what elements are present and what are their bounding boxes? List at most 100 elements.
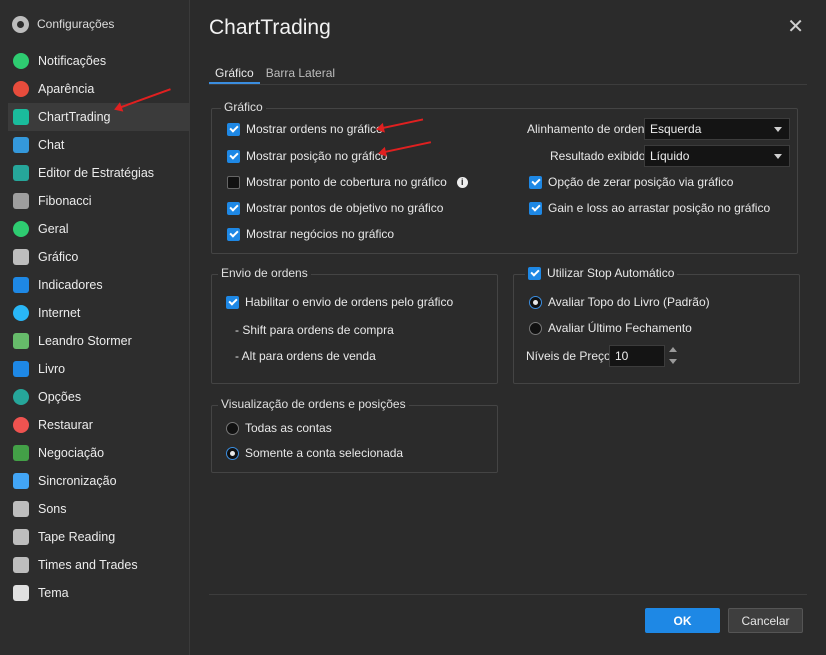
tab-barra-lateral[interactable]: Barra Lateral [260, 62, 341, 84]
sidebar-item-label: Editor de Estratégias [38, 166, 155, 180]
sidebar-title: Configurações [37, 17, 115, 31]
niveis-input[interactable]: 10 [609, 345, 665, 367]
sidebar-item-times-and-trades[interactable]: Times and Trades [10, 551, 190, 579]
niveis-value: 10 [615, 349, 629, 363]
sidebar-item-sincroniza-o[interactable]: Sincronização [10, 467, 190, 495]
sidebar-item-label: Restaurar [38, 418, 93, 432]
sidebar-item-leandro-stormer[interactable]: Leandro Stormer [10, 327, 190, 355]
tape-icon [13, 529, 29, 545]
calculator-icon [13, 193, 29, 209]
info-icon[interactable]: i [456, 176, 468, 188]
radio-todas-contas[interactable]: Todas as contas [226, 421, 332, 435]
checkbox-unchecked-icon[interactable] [227, 175, 240, 189]
tab-grafico[interactable]: Gráfico [209, 62, 260, 84]
checkbox-checked-icon[interactable] [227, 122, 240, 136]
alt-hint: - Alt para ordens de venda [235, 349, 376, 363]
sidebar-item-notifica-es[interactable]: Notificações [10, 47, 190, 75]
check-label: Gain e loss ao arrastar posição no gráfi… [548, 201, 771, 215]
gear-icon [12, 15, 29, 33]
checkbox-checked-icon[interactable] [227, 227, 240, 241]
sidebar-item-geral[interactable]: Geral [10, 215, 190, 243]
radio-unselected-icon[interactable] [529, 321, 542, 335]
envio-group-label: Envio de ordens [218, 266, 311, 280]
check-label: Mostrar posição no gráfico [246, 149, 388, 163]
checkbox-checked-icon[interactable] [227, 149, 240, 163]
sidebar-item-tape-reading[interactable]: Tape Reading [10, 523, 190, 551]
radio-selected-icon[interactable] [226, 446, 239, 460]
check-mostrar-cobertura[interactable]: Mostrar ponto de cobertura no gráfico i [227, 175, 468, 189]
sidebar-item-restaurar[interactable]: Restaurar [10, 411, 190, 439]
check-habilitar-envio[interactable]: Habilitar o envio de ordens pelo gráfico [226, 295, 453, 309]
settings-panel: ChartTrading ✕ Gráfico Barra Lateral Grá… [191, 0, 826, 655]
check-mostrar-posicao[interactable]: Mostrar posição no gráfico [227, 149, 387, 163]
resultado-label: Resultado exibido [550, 149, 646, 163]
alarm-clock-icon [13, 53, 29, 69]
radio-avaliar-ultimo[interactable]: Avaliar Último Fechamento [529, 321, 692, 335]
chevron-up-icon[interactable] [669, 347, 677, 352]
check-mostrar-ordens[interactable]: Mostrar ordens no gráfico [227, 122, 383, 136]
shift-hint: - Shift para ordens de compra [235, 323, 394, 337]
sidebar-item-op-es[interactable]: Opções [10, 383, 190, 411]
chevron-down-icon [774, 154, 782, 159]
visualizacao-group [211, 405, 498, 473]
sidebar-item-label: Chat [38, 138, 65, 152]
checkbox-checked-icon[interactable] [227, 201, 240, 215]
check-label: Utilizar Stop Automático [547, 266, 675, 280]
check-label: Opção de zerar posição via gráfico [548, 175, 734, 189]
monitor-icon [13, 585, 29, 601]
close-icon[interactable]: ✕ [787, 14, 804, 39]
sidebar-item-negocia-o[interactable]: Negociação [10, 439, 190, 467]
check-zerar-posicao[interactable]: Opção de zerar posição via gráfico [529, 175, 733, 189]
checkbox-checked-icon[interactable] [529, 175, 542, 189]
sidebar-item-charttrading[interactable]: ChartTrading [8, 103, 190, 131]
radio-unselected-icon[interactable] [226, 421, 239, 435]
chat-icon [13, 137, 29, 153]
page-title: ChartTrading [209, 16, 331, 39]
footer-divider [209, 594, 807, 595]
radio-selected-icon[interactable] [529, 295, 542, 309]
sidebar-item-editor-de-estrat-gias[interactable]: Editor de Estratégias [10, 159, 190, 187]
restore-icon [13, 417, 29, 433]
sidebar-item-label: Notificações [38, 54, 107, 68]
sidebar-item-label: Livro [38, 362, 66, 376]
check-label: Mostrar ordens no gráfico [246, 122, 383, 136]
chevron-down-icon[interactable] [669, 359, 677, 364]
sidebar-item-label: Tape Reading [38, 530, 116, 544]
cancel-button[interactable]: Cancelar [728, 608, 803, 633]
checkbox-checked-icon[interactable] [226, 295, 239, 309]
radio-avaliar-topo[interactable]: Avaliar Topo do Livro (Padrão) [529, 295, 710, 309]
checkbox-checked-icon[interactable] [528, 266, 541, 280]
ok-button[interactable]: OK [645, 608, 720, 633]
checkbox-checked-icon[interactable] [529, 201, 542, 215]
sidebar-item-fibonacci[interactable]: Fibonacci [10, 187, 190, 215]
sidebar-item-label: Sincronização [38, 474, 117, 488]
play-icon [13, 165, 29, 181]
niveis-stepper[interactable] [668, 345, 678, 367]
check-stop-automatico[interactable]: Utilizar Stop Automático [525, 266, 678, 280]
sidebar-item-label: Leandro Stormer [38, 334, 132, 348]
chart-trading-icon [13, 109, 29, 125]
sidebar-item-label: Internet [38, 306, 81, 320]
resultado-value: Líquido [650, 149, 690, 163]
indicator-icon [13, 277, 29, 293]
check-gain-loss[interactable]: Gain e loss ao arrastar posição no gráfi… [529, 201, 770, 215]
sidebar-item-chat[interactable]: Chat [10, 131, 190, 159]
check-label: Mostrar negócios no gráfico [246, 227, 395, 241]
sidebar-item-tema[interactable]: Tema [10, 579, 190, 607]
sidebar-item-apar-ncia[interactable]: Aparência [10, 75, 190, 103]
sidebar-item-label: Fibonacci [38, 194, 92, 208]
sidebar-item-internet[interactable]: Internet [10, 299, 190, 327]
sidebar-item-indicadores[interactable]: Indicadores [10, 271, 190, 299]
check-mostrar-objetivo[interactable]: Mostrar pontos de objetivo no gráfico [227, 201, 443, 215]
sidebar-item-sons[interactable]: Sons [10, 495, 190, 523]
chevron-down-icon [774, 127, 782, 132]
globe-icon [13, 305, 29, 321]
resultado-select[interactable]: Líquido [644, 145, 790, 167]
radio-somente-conta[interactable]: Somente a conta selecionada [226, 446, 403, 460]
sidebar-item-livro[interactable]: Livro [10, 355, 190, 383]
radio-label: Todas as contas [245, 421, 332, 435]
sidebar-item-gr-fico[interactable]: Gráfico [10, 243, 190, 271]
alinhamento-select[interactable]: Esquerda [644, 118, 790, 140]
sidebar-item-label: Sons [38, 502, 67, 516]
check-mostrar-negocios[interactable]: Mostrar negócios no gráfico [227, 227, 394, 241]
